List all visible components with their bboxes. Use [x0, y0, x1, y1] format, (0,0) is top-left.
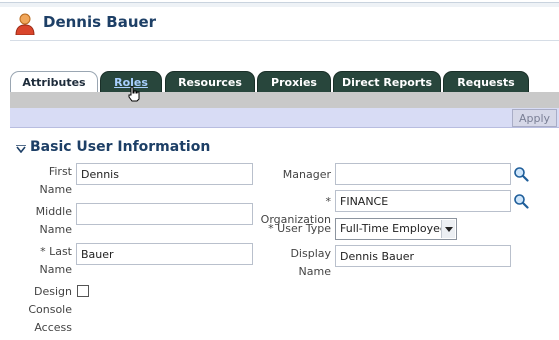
title-divider — [10, 40, 559, 41]
display-name-field[interactable] — [335, 245, 511, 267]
section-title: Basic User Information — [30, 139, 211, 155]
design-console-checkbox[interactable] — [77, 285, 89, 297]
first-name-label: First Name — [39, 165, 72, 196]
user-type-select[interactable]: Full-Time Employee — [335, 218, 457, 240]
user-icon — [15, 13, 35, 35]
search-icon[interactable] — [513, 166, 529, 182]
manager-field[interactable] — [335, 163, 511, 185]
first-name-field[interactable] — [76, 163, 253, 185]
chevron-down-icon[interactable] — [16, 145, 26, 153]
display-name-label: Display Name — [290, 247, 331, 278]
top-band — [0, 3, 559, 7]
tab-resources[interactable]: Resources — [165, 71, 255, 92]
middle-name-field[interactable] — [76, 203, 253, 225]
manager-label: Manager — [282, 168, 331, 181]
tab-requests[interactable]: Requests — [443, 71, 529, 92]
last-name-label: * Last Name — [39, 245, 72, 276]
apply-button[interactable]: Apply — [512, 109, 557, 127]
action-toolbar: Apply — [10, 108, 559, 128]
design-console-label: Design Console Access — [28, 285, 72, 334]
organization-field[interactable] — [335, 190, 511, 212]
hand-cursor-icon — [128, 86, 140, 102]
user-type-value: Full-Time Employee — [340, 222, 447, 235]
page-title: Dennis Bauer — [43, 13, 157, 31]
tab-direct-reports[interactable]: Direct Reports — [333, 71, 441, 92]
middle-name-label: Middle Name — [35, 205, 72, 236]
last-name-field[interactable] — [76, 243, 253, 265]
dropdown-arrow-icon[interactable] — [441, 220, 455, 238]
tab-proxies[interactable]: Proxies — [257, 71, 331, 92]
user-type-label: * User Type — [268, 222, 331, 235]
search-icon[interactable] — [513, 193, 529, 209]
tab-attributes[interactable]: Attributes — [10, 71, 98, 92]
